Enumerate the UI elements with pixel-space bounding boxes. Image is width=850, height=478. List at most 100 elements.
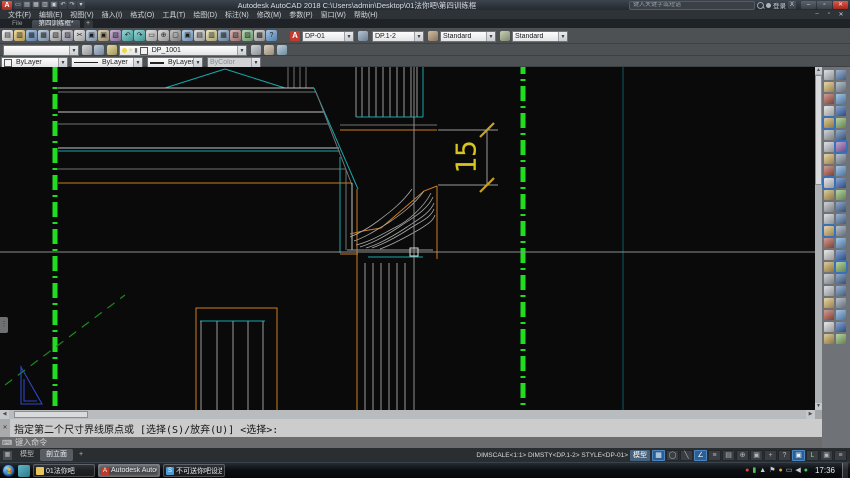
horizontal-scrollbar[interactable]: ◀ ▶ bbox=[0, 410, 815, 419]
layer-states-icon[interactable] bbox=[264, 45, 274, 55]
palette-icon[interactable] bbox=[824, 322, 834, 332]
taskbar-button[interactable]: S 不可送你吧设连 - Sk... bbox=[163, 464, 225, 477]
status-toggle-icon[interactable]: ╲ bbox=[680, 450, 693, 461]
status-toggle-icon[interactable]: ▦ bbox=[652, 450, 665, 461]
layer-thaw-icon[interactable]: ☀ bbox=[128, 47, 133, 54]
dim-style-icon[interactable] bbox=[358, 31, 368, 41]
palette-icon[interactable] bbox=[824, 298, 834, 308]
doc-restore-button[interactable]: ▫ bbox=[824, 11, 834, 18]
viewport-icon[interactable] bbox=[94, 45, 104, 55]
named-view-combo[interactable]: ▼ bbox=[3, 45, 79, 56]
palette-icon[interactable] bbox=[824, 118, 834, 128]
command-close-icon[interactable]: ✕ bbox=[0, 419, 10, 437]
palette-icon[interactable] bbox=[824, 238, 834, 248]
menu-item[interactable]: 视图(V) bbox=[66, 10, 97, 20]
menu-item[interactable]: 参数(P) bbox=[285, 10, 316, 20]
scroll-left-arrow[interactable]: ◀ bbox=[0, 410, 9, 419]
menu-item[interactable]: 工具(T) bbox=[158, 10, 189, 20]
close-button[interactable]: ✕ bbox=[833, 1, 848, 9]
toolbar-icon[interactable]: ▢ bbox=[170, 30, 181, 41]
palette-icon[interactable] bbox=[836, 142, 846, 152]
command-input[interactable]: 键入命令 bbox=[15, 437, 47, 448]
palette-icon[interactable] bbox=[824, 70, 834, 80]
mleader-style-icon[interactable] bbox=[500, 31, 510, 41]
text-style-icon[interactable]: A bbox=[290, 31, 300, 41]
toolbar-icon[interactable]: ⊕ bbox=[158, 30, 169, 41]
status-toggle-icon[interactable]: ◯ bbox=[666, 450, 679, 461]
search-icon[interactable] bbox=[757, 2, 764, 9]
palette-icon[interactable] bbox=[836, 202, 846, 212]
layer-previous-icon[interactable] bbox=[251, 45, 261, 55]
status-toggle-icon[interactable]: ≡ bbox=[834, 450, 847, 461]
menu-item[interactable]: 文件(F) bbox=[4, 10, 35, 20]
sign-in-button[interactable]: 登录 bbox=[766, 0, 786, 10]
chevron-down-icon[interactable]: ▼ bbox=[414, 32, 423, 41]
toolbar-icon[interactable]: ▣ bbox=[98, 30, 109, 41]
command-input-row[interactable]: ⌨ 键入命令 bbox=[0, 437, 822, 448]
status-toggle-icon[interactable]: L bbox=[806, 450, 819, 461]
drawing-tab[interactable]: File bbox=[6, 20, 28, 28]
palette-icon[interactable] bbox=[824, 154, 834, 164]
palette-icon[interactable] bbox=[836, 226, 846, 236]
taskbar-button[interactable]: A Autodesk AutoCAD... bbox=[98, 464, 160, 477]
palette-icon[interactable] bbox=[836, 286, 846, 296]
quick-access-icon[interactable]: ▾ bbox=[77, 1, 85, 9]
toolbar-icon[interactable]: ? bbox=[266, 30, 277, 41]
tray-icon[interactable]: ● bbox=[745, 464, 749, 477]
new-tab-button[interactable]: + bbox=[84, 20, 93, 28]
status-toggle-icon[interactable]: ≡ bbox=[708, 450, 721, 461]
chevron-down-icon[interactable]: ▼ bbox=[237, 46, 246, 55]
dim-style-combo[interactable]: DP.1-2▼ bbox=[372, 31, 424, 42]
toolbar-icon[interactable]: ▤ bbox=[2, 30, 13, 41]
palette-icon[interactable] bbox=[824, 262, 834, 272]
quick-access-icon[interactable]: ▥ bbox=[41, 1, 49, 9]
status-toggle-icon[interactable]: ? bbox=[778, 450, 791, 461]
toolbar-icon[interactable]: ▨ bbox=[62, 30, 73, 41]
scroll-right-arrow[interactable]: ▶ bbox=[806, 410, 815, 419]
chevron-down-icon[interactable]: ▼ bbox=[193, 58, 202, 67]
app-logo-icon[interactable]: A bbox=[2, 1, 12, 10]
toolbar-icon[interactable]: ▥ bbox=[206, 30, 217, 41]
status-toggle-icon[interactable]: ▣ bbox=[820, 450, 833, 461]
vertical-scrollbar[interactable]: ▲ ▼ bbox=[815, 67, 822, 410]
menu-item[interactable]: 帮助(H) bbox=[350, 10, 382, 20]
menu-item[interactable]: 格式(O) bbox=[126, 10, 158, 20]
status-toggle-icon[interactable]: ⊕ bbox=[736, 450, 749, 461]
menu-item[interactable]: 编辑(E) bbox=[35, 10, 66, 20]
palette-icon[interactable] bbox=[836, 322, 846, 332]
palette-icon[interactable] bbox=[824, 190, 834, 200]
layer-on-icon[interactable] bbox=[122, 48, 127, 53]
model-space-button[interactable]: 模型 bbox=[630, 450, 650, 461]
palette-icon[interactable] bbox=[836, 82, 846, 92]
drawing-canvas[interactable]: 15 bbox=[0, 67, 815, 410]
chevron-down-icon[interactable]: ▼ bbox=[58, 58, 67, 67]
drawing-tab[interactable]: 第四训练框* bbox=[32, 20, 79, 28]
quick-access-icon[interactable]: ▦ bbox=[32, 1, 40, 9]
palette-icon[interactable] bbox=[836, 298, 846, 308]
menu-item[interactable]: 标注(N) bbox=[221, 10, 253, 20]
palette-icon[interactable] bbox=[836, 130, 846, 140]
toolbar-icon[interactable]: ↶ bbox=[122, 30, 133, 41]
quick-access-icon[interactable]: ▣ bbox=[50, 1, 58, 9]
toolbar-icon[interactable]: ▣ bbox=[182, 30, 193, 41]
tray-icon[interactable]: ▮ bbox=[752, 464, 756, 477]
chevron-down-icon[interactable]: ▼ bbox=[344, 32, 353, 41]
toolbar-icon[interactable]: ▨ bbox=[242, 30, 253, 41]
tray-icon[interactable]: ● bbox=[778, 464, 782, 477]
taskbar-button[interactable]: 01法你吧 bbox=[33, 464, 95, 477]
toolbar-icon[interactable]: ▥ bbox=[14, 30, 25, 41]
palette-icon[interactable] bbox=[836, 334, 846, 344]
vertical-scroll-thumb[interactable] bbox=[815, 75, 822, 185]
palette-icon[interactable] bbox=[824, 166, 834, 176]
scroll-down-arrow[interactable]: ▼ bbox=[815, 403, 822, 410]
palette-icon[interactable] bbox=[836, 310, 846, 320]
palette-icon[interactable] bbox=[836, 178, 846, 188]
table-style-combo[interactable]: Standard▼ bbox=[440, 31, 496, 42]
command-line[interactable]: ✕ 指定第二个尺寸界线原点或 [选择(S)/放弃(U)] <选择>: bbox=[0, 419, 822, 437]
toolbar-icon[interactable]: ▦ bbox=[218, 30, 229, 41]
tray-icon[interactable]: ▲ bbox=[759, 464, 766, 477]
show-desktop-button[interactable] bbox=[842, 463, 848, 478]
palette-icon[interactable] bbox=[824, 178, 834, 188]
toolbar-icon[interactable]: ▧ bbox=[50, 30, 61, 41]
dock-grip[interactable]: ⋮ bbox=[0, 317, 8, 333]
